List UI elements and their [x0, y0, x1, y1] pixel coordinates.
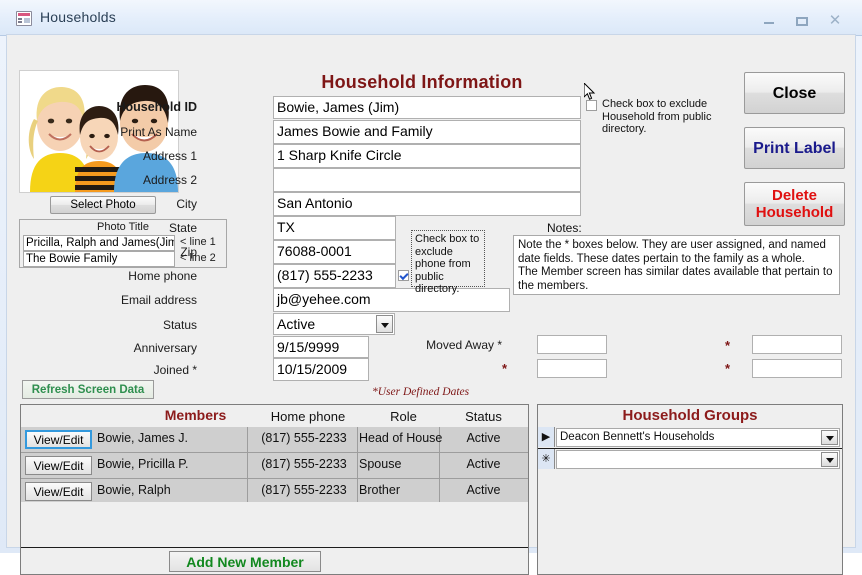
members-col-phone: Home phone: [270, 409, 346, 424]
household-group-select[interactable]: Deacon Bennett's Households: [556, 428, 840, 447]
households-window: Households ✕ Household Information Selec…: [0, 0, 862, 575]
household-group-new-select[interactable]: [556, 450, 840, 469]
household-group-value: Deacon Bennett's Households: [560, 431, 715, 443]
members-header: Members Home phone Role Status: [21, 405, 528, 427]
member-name: Bowie, Pricilla P.: [97, 457, 189, 471]
anniversary-input[interactable]: 9/15/9999: [273, 336, 369, 358]
print-label-button[interactable]: Print Label: [744, 127, 845, 169]
table-row[interactable]: View/Edit Bowie, Pricilla P. (817) 555-2…: [21, 453, 528, 479]
user-date-3-input[interactable]: [752, 335, 842, 354]
exclude-phone-checkbox[interactable]: [398, 270, 409, 281]
chevron-down-icon[interactable]: [821, 452, 838, 467]
member-phone: (817) 555-2233: [261, 457, 347, 471]
household-groups-rows: ▶ Deacon Bennett's Households ✳: [538, 427, 842, 471]
members-col-status: Status: [465, 409, 502, 424]
address2-input[interactable]: [273, 168, 581, 192]
view-edit-button[interactable]: View/Edit: [25, 482, 92, 501]
state-label: State: [168, 221, 197, 235]
user-defined-dates-note: *User Defined Dates: [372, 386, 470, 398]
zip-label: Zip: [180, 245, 197, 259]
household-groups-empty-area: [538, 469, 842, 573]
address2-label: Address 2: [142, 173, 197, 187]
members-title: Members: [164, 407, 227, 423]
table-row[interactable]: View/Edit Bowie, James J. (817) 555-2233…: [21, 427, 528, 453]
members-footer: Add New Member: [21, 548, 528, 574]
view-edit-button[interactable]: View/Edit: [25, 456, 92, 475]
user-date-star-4: *: [725, 361, 731, 376]
user-date-2-input[interactable]: [537, 359, 607, 378]
form-area: Household Information Select Photo Photo…: [6, 34, 856, 575]
member-status: Active: [466, 431, 501, 445]
members-subform: Members Home phone Role Status View/Edit…: [20, 404, 529, 575]
list-item[interactable]: ✳: [538, 449, 842, 471]
member-name: Bowie, Ralph: [97, 483, 171, 497]
exclude-household-checkbox[interactable]: [586, 100, 597, 111]
notes-textarea[interactable]: Note the * boxes below. They are user as…: [513, 235, 840, 295]
home-phone-input[interactable]: (817) 555-2233: [273, 264, 396, 288]
home-phone-label: Home phone: [128, 269, 197, 283]
print-as-name-label: Print As Name: [120, 125, 197, 139]
status-select[interactable]: Active: [273, 313, 395, 335]
member-phone: (817) 555-2233: [261, 483, 347, 497]
city-label: City: [176, 197, 197, 211]
moved-away-label: Moved Away *: [426, 338, 502, 352]
delete-line2: Household: [755, 204, 834, 221]
exclude-phone-label: Check box to exclude phone from public d…: [411, 230, 485, 295]
address1-label: Address 1: [142, 149, 197, 163]
member-name: Bowie, James J.: [97, 431, 189, 445]
member-phone: (817) 555-2233: [261, 431, 347, 445]
close-button[interactable]: Close: [744, 72, 845, 114]
chevron-down-icon[interactable]: [821, 430, 838, 445]
new-record-icon: ✳: [538, 449, 555, 469]
view-edit-button[interactable]: View/Edit: [25, 430, 92, 449]
members-col-role: Role: [390, 409, 417, 424]
print-as-name-input[interactable]: James Bowie and Family: [273, 120, 581, 144]
household-groups-subform: Household Groups ▶ Deacon Bennett's Hous…: [537, 404, 843, 575]
status-value: Active: [277, 316, 316, 332]
household-id-input[interactable]: Bowie, James (Jim): [273, 96, 581, 119]
zip-input[interactable]: 76088-0001: [273, 240, 396, 264]
close-window-button[interactable]: ✕: [824, 13, 846, 29]
minimize-button[interactable]: [758, 13, 780, 29]
members-empty-area: [21, 502, 528, 548]
member-status: Active: [466, 457, 501, 471]
add-new-member-button[interactable]: Add New Member: [169, 551, 321, 572]
members-rows: View/Edit Bowie, James J. (817) 555-2233…: [21, 427, 528, 505]
notes-label: Notes:: [547, 221, 582, 235]
member-status: Active: [466, 483, 501, 497]
member-role: Brother: [359, 483, 400, 497]
moved-away-input[interactable]: [537, 335, 607, 354]
anniversary-label: Anniversary: [133, 341, 197, 355]
household-groups-title: Household Groups: [622, 407, 758, 424]
maximize-button[interactable]: [791, 13, 813, 29]
chevron-down-icon[interactable]: [376, 315, 393, 333]
address1-input[interactable]: 1 Sharp Knife Circle: [273, 144, 581, 168]
form-table-icon: [16, 11, 32, 26]
page-title: Household Information: [321, 72, 523, 92]
exclude-household-label: Check box to exclude Household from publ…: [602, 98, 712, 135]
city-input[interactable]: San Antonio: [273, 192, 581, 216]
list-item[interactable]: ▶ Deacon Bennett's Households: [538, 427, 842, 449]
delete-line1: Delete: [771, 187, 818, 204]
status-label: Status: [162, 318, 197, 332]
household-id-label: Household ID: [116, 100, 197, 114]
member-role: Spouse: [359, 457, 402, 471]
state-input[interactable]: TX: [273, 216, 396, 240]
joined-label: Joined *: [153, 363, 197, 377]
email-input[interactable]: jb@yehee.com: [273, 288, 510, 312]
member-role: Head of House: [359, 431, 443, 445]
window-title: Households: [40, 9, 116, 25]
user-date-star-3: *: [725, 338, 731, 353]
record-selector-icon: ▶: [538, 427, 555, 447]
user-date-star-2: *: [502, 361, 508, 376]
email-label: Email address: [120, 293, 197, 307]
user-date-4-input[interactable]: [752, 359, 842, 378]
title-bar: Households ✕: [0, 0, 862, 36]
delete-household-button[interactable]: Delete Household: [744, 182, 845, 226]
close-icon: ✕: [828, 12, 842, 29]
refresh-screen-data-button[interactable]: Refresh Screen Data: [22, 380, 154, 399]
joined-input[interactable]: 10/15/2009: [273, 358, 369, 381]
